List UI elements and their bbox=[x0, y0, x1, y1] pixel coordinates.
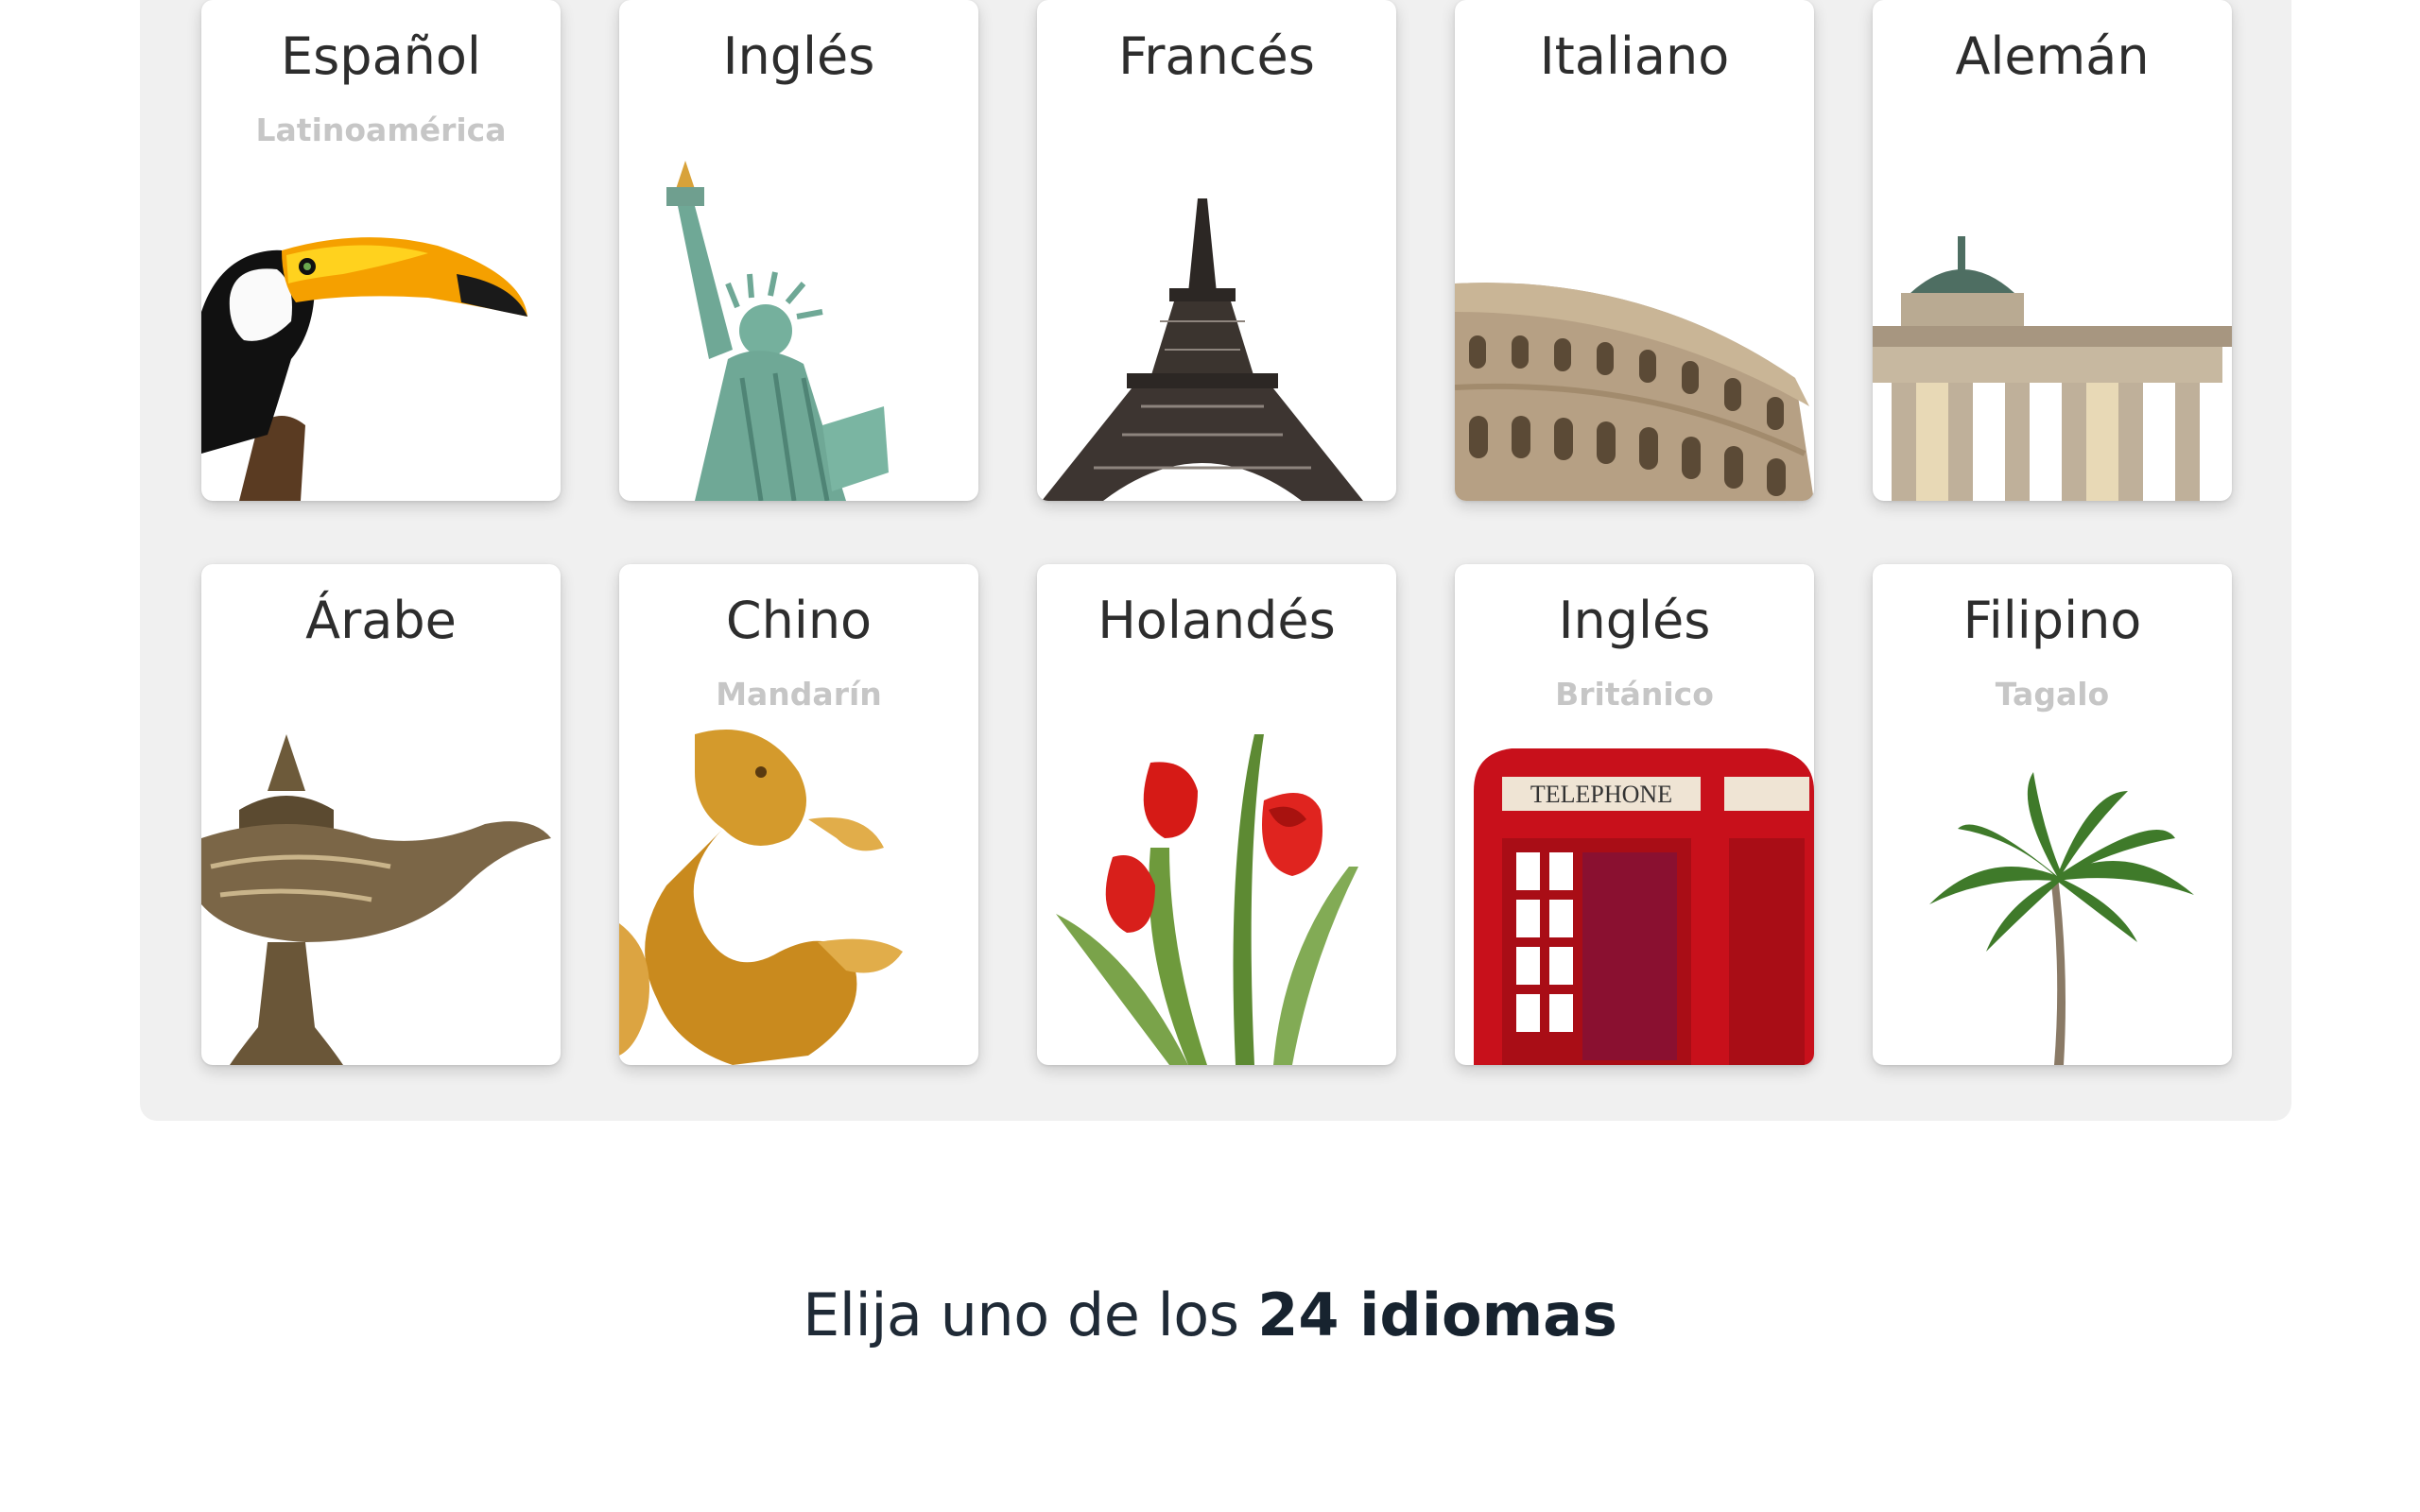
language-card-chinese[interactable]: Chino Mandarín bbox=[619, 564, 978, 1065]
language-grid-panel: Español Latinoamérica Inglés Francés Ita… bbox=[140, 0, 2291, 1121]
palm-tree-icon bbox=[1929, 772, 2194, 1065]
brandenburg-gate-icon bbox=[1873, 236, 2232, 501]
language-name: Alemán bbox=[1955, 26, 2150, 86]
language-name: Inglés bbox=[1558, 591, 1711, 650]
language-card-italian[interactable]: Italiano bbox=[1455, 0, 1814, 501]
language-name: Árabe bbox=[305, 591, 457, 650]
footer-caption: Elija uno de los 24 idiomas bbox=[0, 1280, 2420, 1349]
language-name: Inglés bbox=[722, 26, 875, 86]
dragon-icon bbox=[619, 730, 903, 1065]
language-name: Italiano bbox=[1539, 26, 1730, 86]
tulips-icon bbox=[1056, 734, 1358, 1065]
language-card-french[interactable]: Francés bbox=[1037, 0, 1396, 501]
magic-lamp-icon bbox=[201, 734, 551, 1065]
language-name: Francés bbox=[1118, 26, 1315, 86]
footer-highlight: 24 idiomas bbox=[1257, 1280, 1617, 1349]
language-card-british-english[interactable]: Inglés Británico TELEPHONE bbox=[1455, 564, 1814, 1065]
language-card-english[interactable]: Inglés bbox=[619, 0, 978, 501]
language-name: Holandés bbox=[1098, 591, 1336, 650]
toucan-icon bbox=[201, 237, 527, 501]
language-card-filipino[interactable]: Filipino Tagalo bbox=[1873, 564, 2232, 1065]
eiffel-tower-icon bbox=[1042, 198, 1363, 501]
language-name: Filipino bbox=[1962, 591, 2142, 650]
language-name: Español bbox=[281, 26, 481, 86]
colosseum-icon bbox=[1455, 283, 1814, 501]
booth-sign-text: TELEPHONE bbox=[1530, 781, 1672, 808]
statue-of-liberty-icon bbox=[666, 161, 889, 501]
telephone-booth-icon: TELEPHONE bbox=[1474, 748, 1814, 1065]
footer-prefix: Elija uno de los bbox=[803, 1280, 1239, 1349]
language-card-dutch[interactable]: Holandés bbox=[1037, 564, 1396, 1065]
language-card-arabic[interactable]: Árabe bbox=[201, 564, 561, 1065]
language-name: Chino bbox=[725, 591, 873, 650]
language-card-german[interactable]: Alemán bbox=[1873, 0, 2232, 501]
language-card-spanish[interactable]: Español Latinoamérica bbox=[201, 0, 561, 501]
